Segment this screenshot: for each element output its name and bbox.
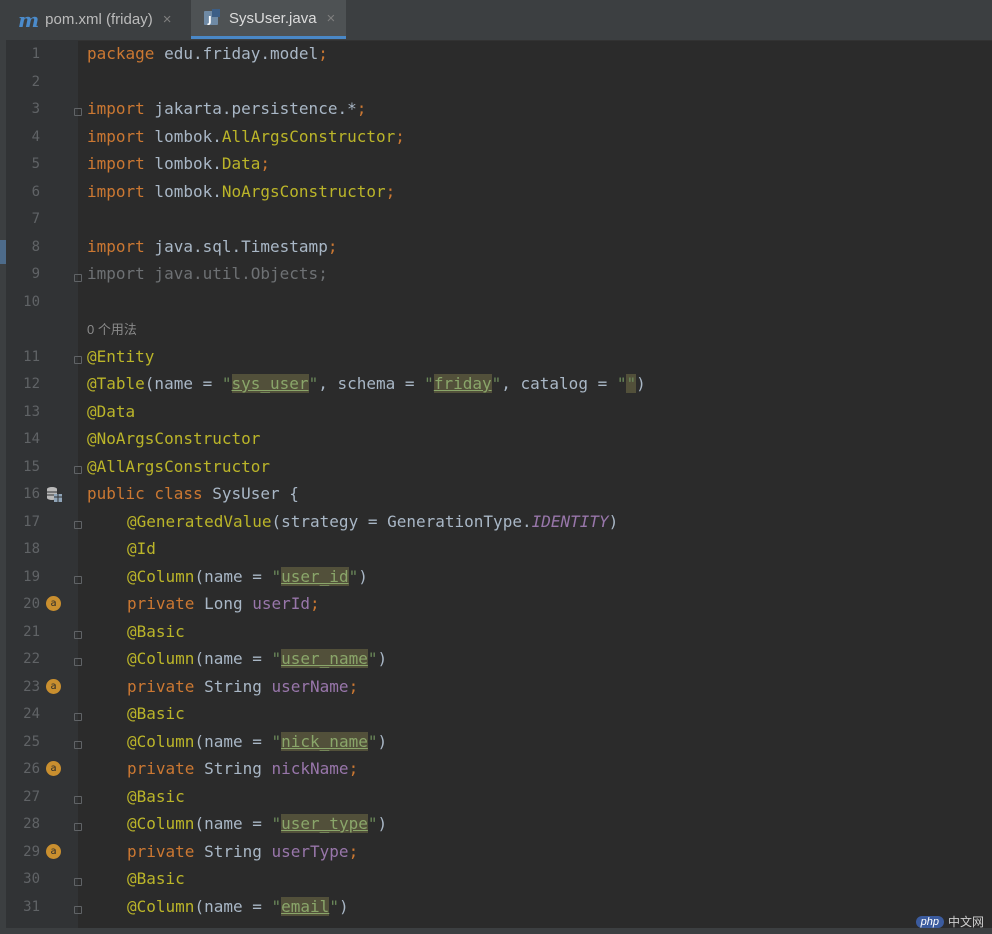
- line-number: 13: [23, 404, 40, 420]
- code-line-3: import jakarta.persistence.*;: [87, 99, 367, 118]
- close-icon[interactable]: ×: [163, 11, 172, 28]
- line-number: 28: [23, 816, 40, 832]
- fold-marker[interactable]: [74, 466, 82, 474]
- status-bar: [0, 928, 992, 934]
- code-line-21: @Basic: [127, 622, 185, 641]
- line-number: 6: [31, 184, 40, 200]
- database-table-icon[interactable]: [46, 486, 62, 502]
- editor-tab-bar: m pom.xml (friday) × J SysUser.java ×: [0, 0, 992, 41]
- line-number: 17: [23, 514, 40, 530]
- line-number: 27: [23, 789, 40, 805]
- annotation-icon[interactable]: a: [46, 679, 61, 694]
- fold-marker[interactable]: [74, 108, 82, 116]
- fold-marker[interactable]: [74, 658, 82, 666]
- line-number: 29: [23, 844, 40, 860]
- line-number: 4: [31, 129, 40, 145]
- line-number: 3: [31, 101, 40, 117]
- code-line-22: @Column(name = "user_name"): [127, 649, 388, 668]
- java-class-icon: J: [204, 9, 220, 26]
- usage-inlay-hint[interactable]: 0 个用法: [87, 320, 137, 340]
- tab-sysuser-java[interactable]: J SysUser.java ×: [191, 0, 346, 39]
- code-line-14: @NoArgsConstructor: [87, 429, 261, 448]
- line-number: 25: [23, 734, 40, 750]
- code-line-12: @Table(name = "sys_user", schema = "frid…: [87, 374, 646, 393]
- code-line-23: private String userName;: [127, 677, 359, 696]
- ide-window: m pom.xml (friday) × J SysUser.java × 1 …: [0, 0, 992, 934]
- line-number: 21: [23, 624, 40, 640]
- annotation-icon[interactable]: a: [46, 761, 61, 776]
- line-number: 1: [31, 46, 40, 62]
- line-number: 7: [31, 211, 40, 227]
- line-number: 11: [23, 349, 40, 365]
- annotation-key-icon[interactable]: a: [46, 596, 61, 611]
- code-line-13: @Data: [87, 402, 136, 421]
- watermark-text: 中文网: [947, 915, 984, 929]
- code-line-9: import java.util.Objects;: [87, 264, 328, 283]
- code-editor[interactable]: package edu.friday.model; import jakarta…: [87, 40, 992, 934]
- line-number: 22: [23, 651, 40, 667]
- line-number: 23: [23, 679, 40, 695]
- line-number: 31: [23, 899, 40, 915]
- line-number: 24: [23, 706, 40, 722]
- code-line-18: @Id: [127, 539, 156, 558]
- code-line-15: @AllArgsConstructor: [87, 457, 271, 476]
- line-number: 14: [23, 431, 40, 447]
- line-number: 2: [31, 74, 40, 90]
- fold-marker[interactable]: [74, 631, 82, 639]
- tab-label: SysUser.java: [229, 9, 317, 27]
- svg-text:J: J: [207, 15, 212, 26]
- code-line-25: @Column(name = "nick_name"): [127, 732, 388, 751]
- code-line-26: private String nickName;: [127, 759, 359, 778]
- close-icon[interactable]: ×: [327, 10, 336, 27]
- watermark-badge: php: [915, 915, 944, 928]
- code-line-27: @Basic: [127, 787, 185, 806]
- code-line-5: import lombok.Data;: [87, 154, 271, 173]
- code-line-19: @Column(name = "user_id"): [127, 567, 368, 586]
- code-line-30: @Basic: [127, 869, 185, 888]
- fold-marker[interactable]: [74, 521, 82, 529]
- code-line-31: @Column(name = "email"): [127, 897, 349, 916]
- maven-icon: m: [18, 7, 40, 32]
- line-number: 5: [31, 156, 40, 172]
- line-number: 18: [23, 541, 40, 557]
- line-number: 10: [23, 294, 40, 310]
- annotation-icon[interactable]: a: [46, 844, 61, 859]
- line-number: 16: [23, 486, 40, 502]
- fold-marker[interactable]: [74, 576, 82, 584]
- code-line-4: import lombok.AllArgsConstructor;: [87, 127, 405, 146]
- line-number: 30: [23, 871, 40, 887]
- line-number: 12: [23, 376, 40, 392]
- code-line-28: @Column(name = "user_type"): [127, 814, 388, 833]
- editor-gutter: 1 2 3 4 5 6 7 8 9 10 11 12 13 14 15 16 1…: [6, 40, 82, 934]
- code-line-1: package edu.friday.model;: [87, 44, 328, 63]
- line-number: 26: [23, 761, 40, 777]
- line-number: 15: [23, 459, 40, 475]
- line-number: 19: [23, 569, 40, 585]
- fold-marker[interactable]: [74, 823, 82, 831]
- code-line-20: private Long userId;: [127, 594, 320, 613]
- code-line-8: import java.sql.Timestamp;: [87, 237, 338, 256]
- code-line-16: public class SysUser {: [87, 484, 299, 503]
- tab-pom-xml[interactable]: m pom.xml (friday) ×: [0, 0, 191, 39]
- fold-marker[interactable]: [74, 741, 82, 749]
- fold-marker[interactable]: [74, 274, 82, 282]
- code-line-6: import lombok.NoArgsConstructor;: [87, 182, 396, 201]
- code-line-11: @Entity: [87, 347, 155, 366]
- tab-label: pom.xml (friday): [45, 11, 153, 28]
- code-line-17: @GeneratedValue(strategy = GenerationTyp…: [127, 512, 619, 531]
- line-number: 20: [23, 596, 40, 612]
- fold-marker[interactable]: [74, 713, 82, 721]
- line-number: 8: [31, 239, 40, 255]
- line-number: 9: [31, 266, 40, 282]
- watermark: php 中文网: [915, 913, 984, 930]
- fold-marker[interactable]: [74, 356, 82, 364]
- code-line-24: @Basic: [127, 704, 185, 723]
- fold-marker[interactable]: [74, 906, 82, 914]
- fold-marker[interactable]: [74, 796, 82, 804]
- code-line-29: private String userType;: [127, 842, 359, 861]
- fold-marker[interactable]: [74, 878, 82, 886]
